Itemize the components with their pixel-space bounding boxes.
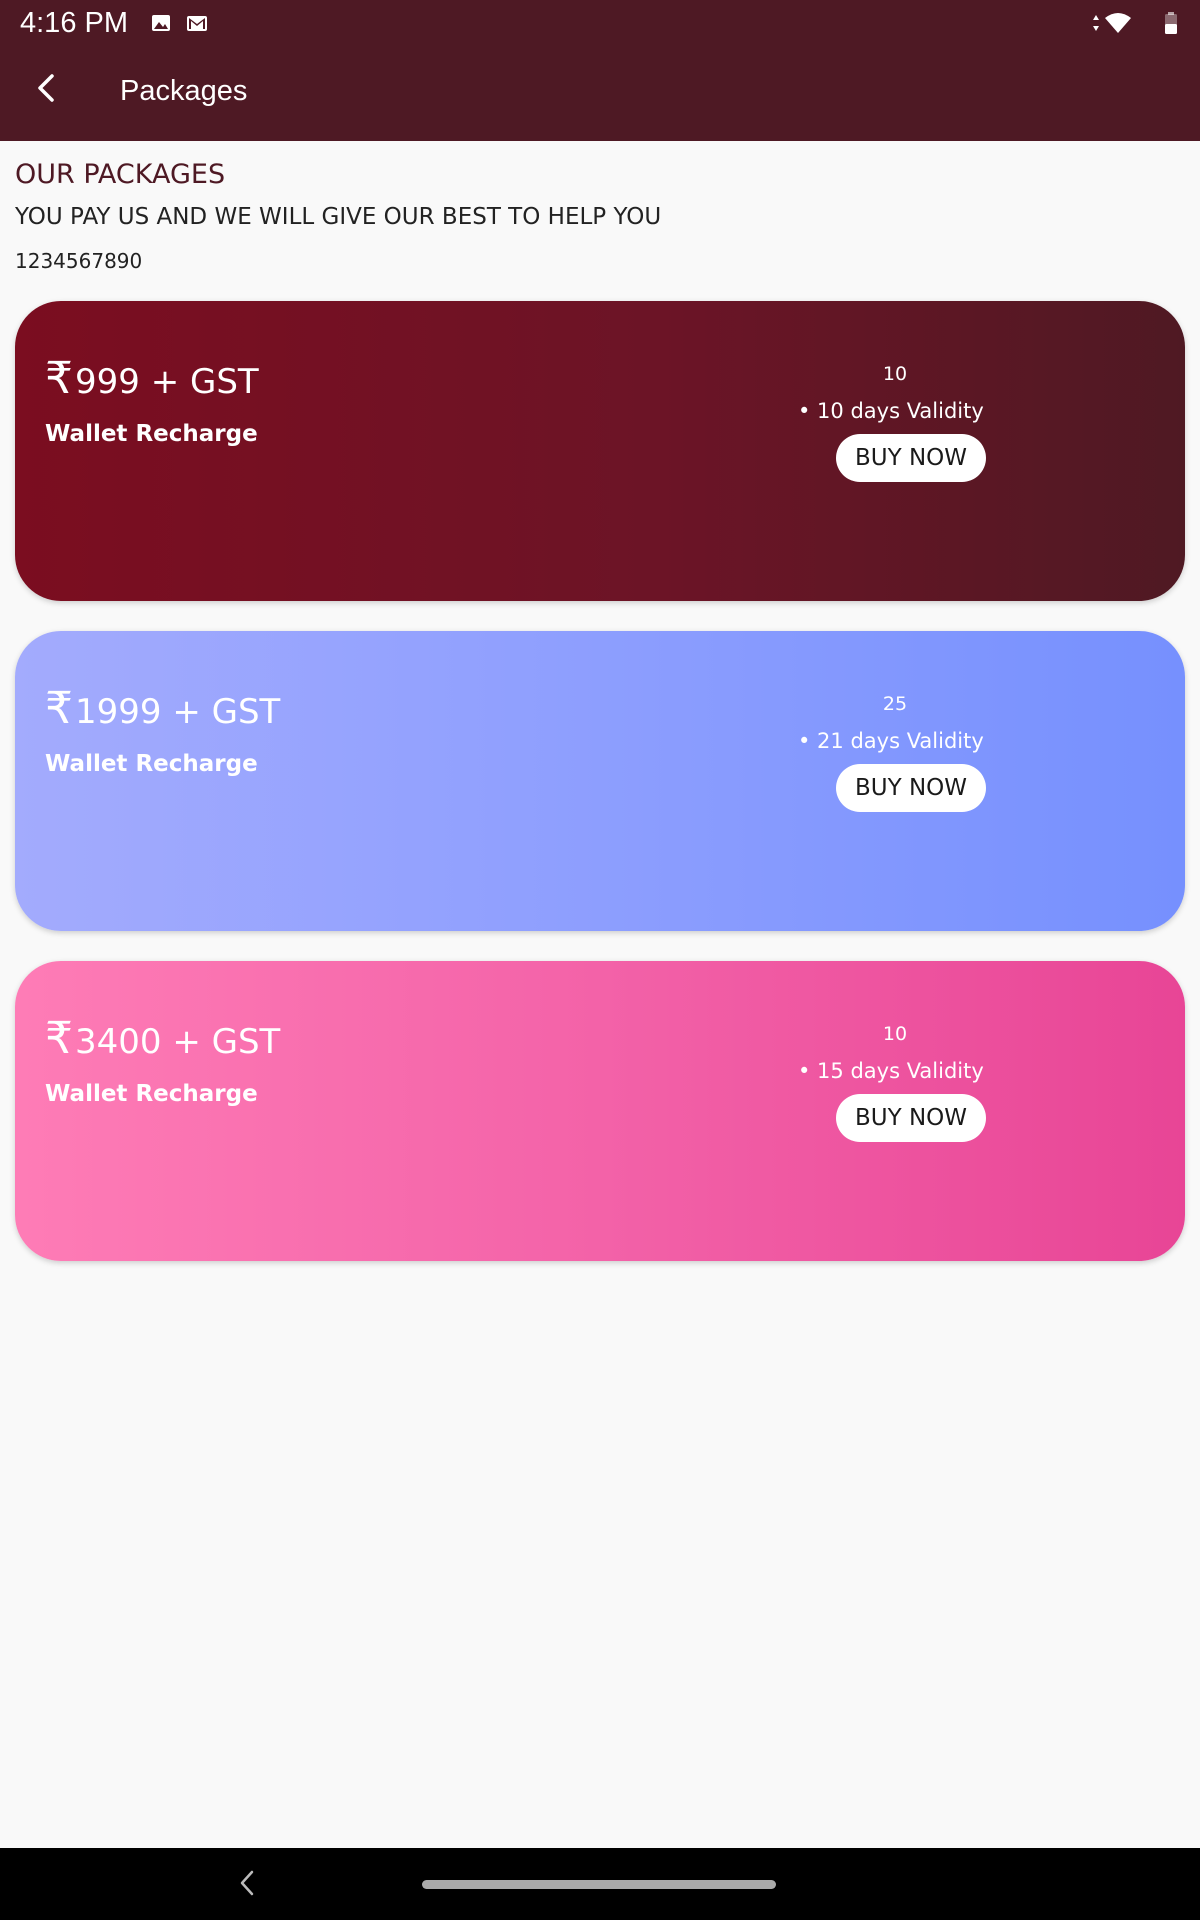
- status-bar: 4:16 PM: [0, 0, 1200, 46]
- rupee-symbol: ₹: [45, 1013, 73, 1064]
- package-card: ₹3400 + GST Wallet Recharge 10 • 15 days…: [15, 961, 1185, 1261]
- package-count: 10: [882, 1023, 908, 1045]
- wifi-icon: [1104, 12, 1132, 34]
- package-validity: • 10 days Validity: [798, 399, 984, 423]
- price-value: 3400 + GST: [75, 1022, 281, 1062]
- package-type: Wallet Recharge: [45, 1081, 258, 1107]
- image-icon: [150, 12, 172, 34]
- package-type: Wallet Recharge: [45, 421, 258, 447]
- contact-phone: 1234567890: [15, 249, 143, 273]
- battery-icon: [1164, 12, 1178, 34]
- package-validity: • 15 days Validity: [798, 1059, 984, 1083]
- packages-heading: OUR PACKAGES: [15, 159, 226, 190]
- nav-back-icon[interactable]: [232, 1866, 262, 1900]
- rupee-symbol: ₹: [45, 683, 73, 734]
- packages-subheading: YOU PAY US AND WE WILL GIVE OUR BEST TO …: [15, 204, 662, 230]
- package-price: ₹1999 + GST: [45, 687, 281, 733]
- page-title: Packages: [120, 75, 248, 107]
- package-validity: • 21 days Validity: [798, 729, 984, 753]
- rupee-symbol: ₹: [45, 353, 73, 404]
- price-value: 1999 + GST: [75, 692, 281, 732]
- back-button[interactable]: [22, 66, 70, 114]
- buy-now-button[interactable]: BUY NOW: [836, 434, 986, 482]
- buy-now-button[interactable]: BUY NOW: [836, 1094, 986, 1142]
- back-arrow-icon: [34, 72, 58, 109]
- package-price: ₹3400 + GST: [45, 1017, 281, 1063]
- package-count: 25: [882, 693, 908, 715]
- home-gesture-pill[interactable]: [422, 1880, 776, 1889]
- status-time: 4:16 PM: [20, 7, 128, 39]
- system-nav-bar: [0, 1848, 1200, 1920]
- package-card: ₹1999 + GST Wallet Recharge 25 • 21 days…: [15, 631, 1185, 931]
- gmail-icon: [186, 12, 208, 34]
- package-price: ₹999 + GST: [45, 357, 259, 403]
- package-count: 10: [882, 363, 908, 385]
- app-bar: Packages: [0, 46, 1200, 141]
- buy-now-button[interactable]: BUY NOW: [836, 764, 986, 812]
- price-value: 999 + GST: [75, 362, 259, 402]
- package-card: ₹999 + GST Wallet Recharge 10 • 10 days …: [15, 301, 1185, 601]
- package-type: Wallet Recharge: [45, 751, 258, 777]
